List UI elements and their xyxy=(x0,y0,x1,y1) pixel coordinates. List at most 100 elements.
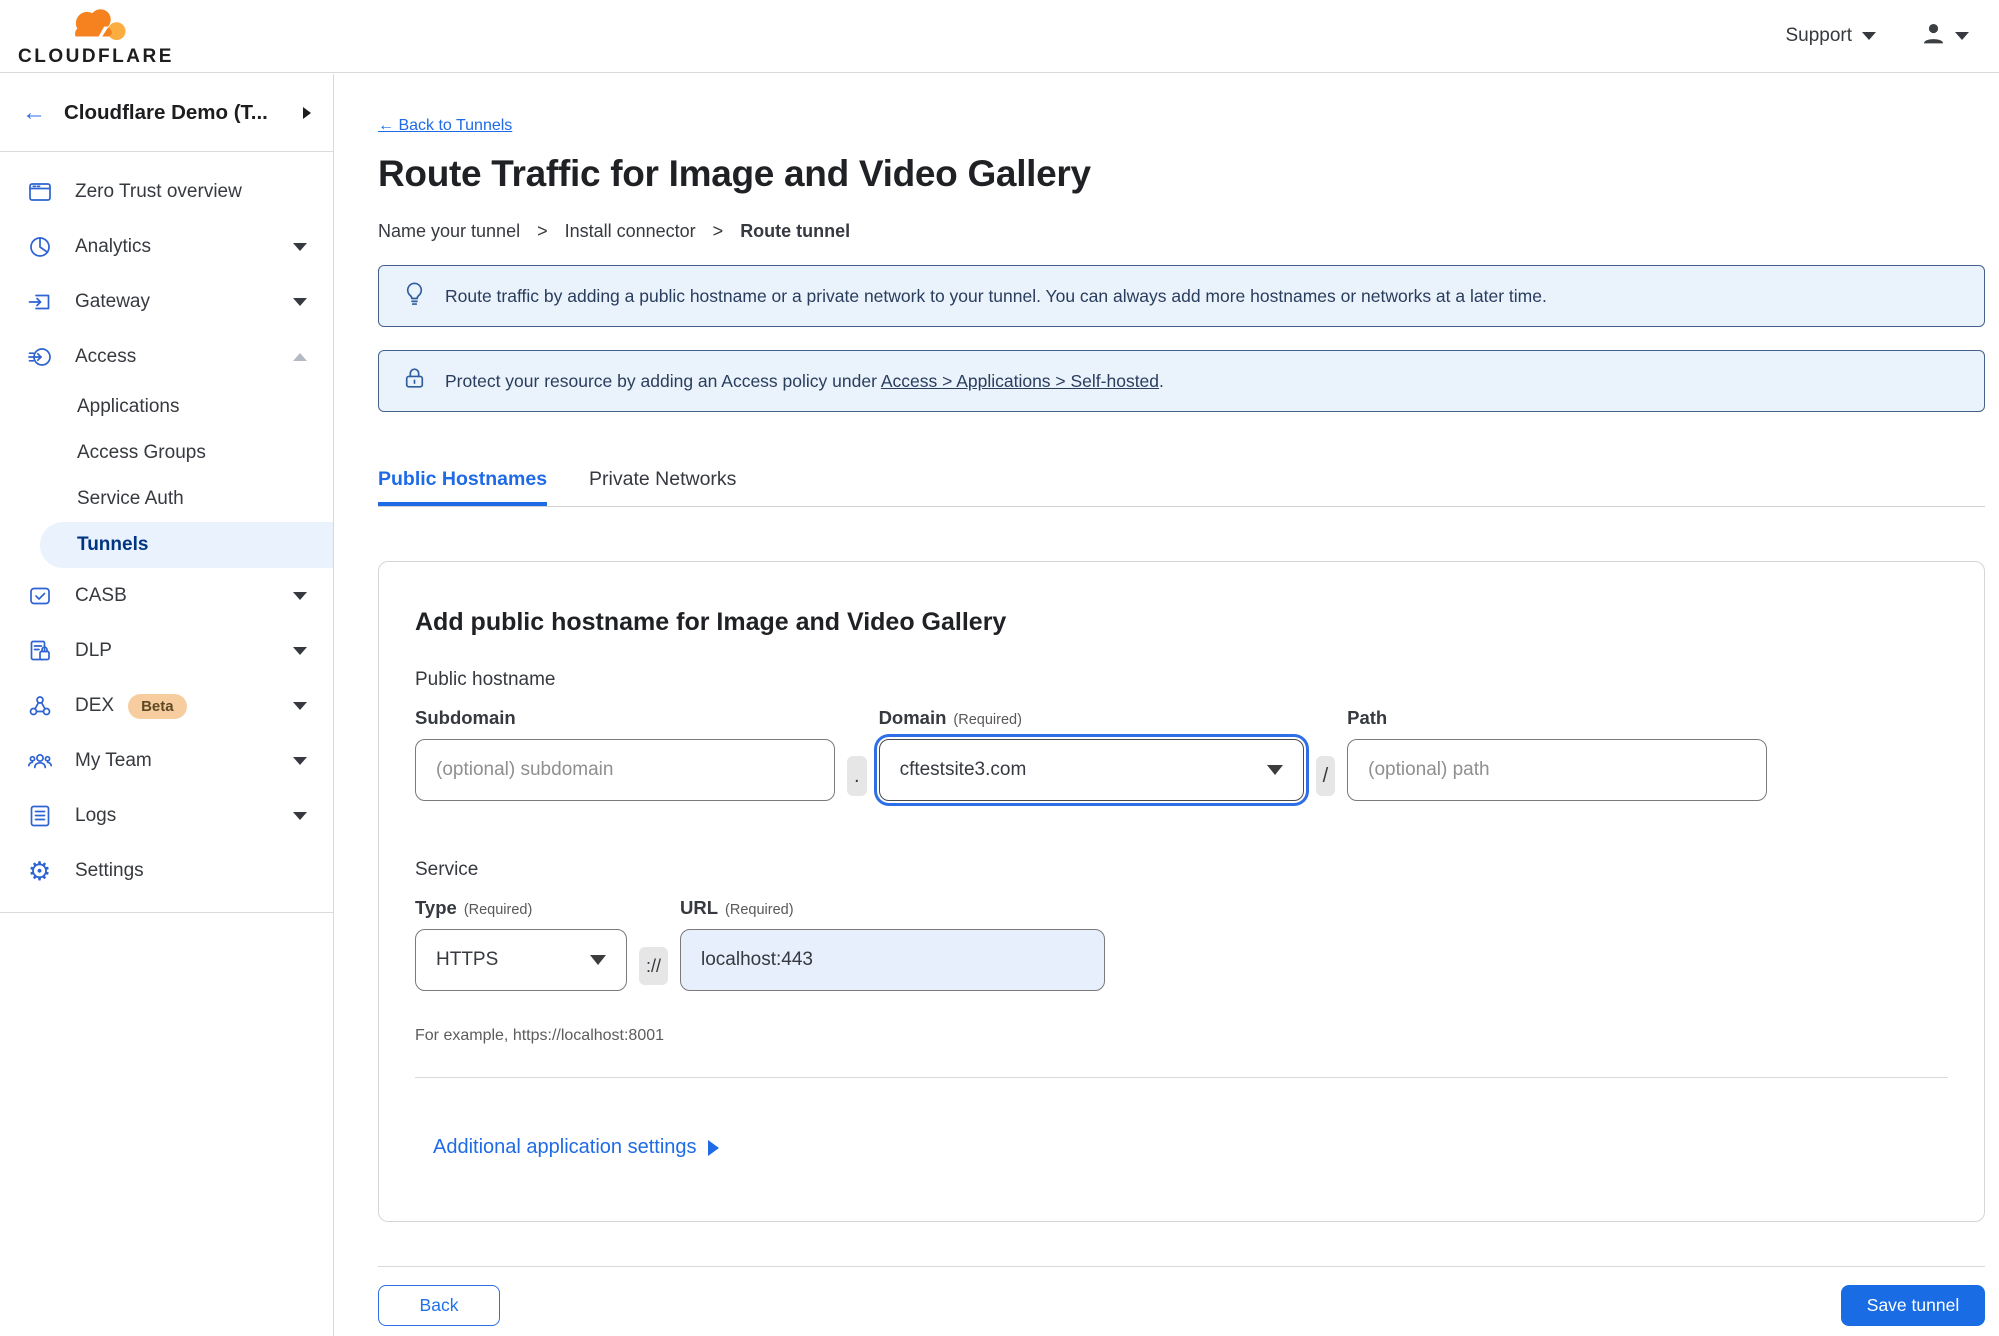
support-label: Support xyxy=(1785,25,1852,46)
chevron-down-icon xyxy=(293,242,307,251)
tab-bar: Public Hostnames Private Networks xyxy=(378,468,1985,507)
dot-separator: . xyxy=(847,756,867,796)
chevron-down-icon xyxy=(293,701,307,710)
sidebar-item-zero-trust-overview[interactable]: Zero Trust overview xyxy=(0,164,333,219)
sidebar-item-tunnels[interactable]: Tunnels xyxy=(40,522,333,568)
account-switcher[interactable]: ← Cloudflare Demo (T... xyxy=(0,74,333,152)
top-bar: CLOUDFLARE Support xyxy=(0,0,1999,73)
additional-application-settings-toggle[interactable]: Additional application settings xyxy=(433,1136,719,1159)
chevron-down-icon xyxy=(293,756,307,765)
chevron-down-icon xyxy=(293,591,307,600)
sidebar-item-my-team[interactable]: My Team xyxy=(0,733,333,788)
dex-nodes-icon xyxy=(26,693,53,719)
back-button[interactable]: Back xyxy=(378,1285,500,1326)
domain-label: Domain xyxy=(878,707,947,728)
access-icon xyxy=(26,344,53,370)
sidebar: ← Cloudflare Demo (T... Zero Trust overv… xyxy=(0,74,334,1336)
dot-separator-wrap: . xyxy=(835,745,879,807)
sidebar-nav: Zero Trust overview Analytics Gateway Ac… xyxy=(0,152,333,913)
access-subnav: Applications Access Groups Service Auth … xyxy=(0,384,333,568)
sidebar-item-logs[interactable]: Logs xyxy=(0,788,333,843)
domain-select-value: cftestsite3.com xyxy=(899,759,1027,780)
scheme-separator: :// xyxy=(639,947,669,985)
service-field-row: Type (Required) HTTPS :// URL (Required) xyxy=(415,897,1948,997)
sidebar-item-access[interactable]: Access xyxy=(0,329,333,384)
footer-divider xyxy=(378,1266,1985,1267)
back-arrow-icon[interactable]: ← xyxy=(22,100,46,125)
scheme-separator-wrap: :// xyxy=(627,935,680,997)
step-route-tunnel: Route tunnel xyxy=(740,221,851,241)
chevron-right-icon xyxy=(707,1139,719,1156)
subdomain-label: Subdomain xyxy=(415,707,516,728)
chevron-down-icon xyxy=(1955,32,1969,40)
type-label: Type xyxy=(415,897,457,918)
wizard-steps: Name your tunnel > Install connector > R… xyxy=(378,221,1985,242)
sidebar-item-gateway[interactable]: Gateway xyxy=(0,274,333,329)
card-divider xyxy=(415,1077,1948,1078)
hostname-field-row: Subdomain . Domain (Required) cftestsite3… xyxy=(415,707,1948,807)
chevron-down-icon xyxy=(293,646,307,655)
team-icon xyxy=(26,748,53,774)
lightbulb-icon xyxy=(401,280,428,312)
footer-actions: Back Save tunnel xyxy=(378,1285,1985,1326)
sidebar-item-service-auth[interactable]: Service Auth xyxy=(0,476,333,522)
save-tunnel-button[interactable]: Save tunnel xyxy=(1841,1285,1985,1326)
sidebar-item-analytics[interactable]: Analytics xyxy=(0,219,333,274)
chevron-down-icon xyxy=(293,811,307,820)
sidebar-item-dex[interactable]: DEX Beta xyxy=(0,678,333,733)
domain-required-note: (Required) xyxy=(953,712,1022,728)
domain-select[interactable]: cftestsite3.com xyxy=(878,739,1304,801)
slash-separator-wrap: / xyxy=(1304,745,1348,807)
lock-icon xyxy=(401,365,428,397)
cloudflare-logo[interactable]: CLOUDFLARE xyxy=(18,7,174,66)
logs-icon xyxy=(26,803,53,829)
casb-check-icon xyxy=(26,583,53,609)
step-name-your-tunnel[interactable]: Name your tunnel xyxy=(378,221,520,242)
gateway-icon xyxy=(26,289,53,315)
user-icon xyxy=(1920,20,1947,52)
subdomain-input[interactable] xyxy=(415,739,835,801)
sidebar-item-settings[interactable]: ⚙ Settings xyxy=(0,843,333,898)
banner-text: Route traffic by adding a public hostnam… xyxy=(445,285,1547,306)
sidebar-item-dlp[interactable]: DLP xyxy=(0,623,333,678)
page-title: Route Traffic for Image and Video Galler… xyxy=(378,153,1091,194)
sidebar-item-access-groups[interactable]: Access Groups xyxy=(0,430,333,476)
slash-separator: / xyxy=(1315,756,1336,796)
support-menu[interactable]: Support xyxy=(1785,25,1876,47)
url-required-note: (Required) xyxy=(725,902,794,918)
chevron-down-icon xyxy=(293,297,307,306)
url-label: URL xyxy=(680,897,719,918)
service-type-select[interactable]: HTTPS xyxy=(415,929,627,991)
public-hostname-card: Add public hostname for Image and Video … xyxy=(378,561,1985,1222)
document-lock-icon xyxy=(26,638,53,664)
sidebar-divider xyxy=(0,912,333,913)
info-banner-access-policy: Protect your resource by adding an Acces… xyxy=(378,350,1985,412)
account-name: Cloudflare Demo (T... xyxy=(64,100,268,124)
step-separator: > xyxy=(537,221,548,241)
path-label: Path xyxy=(1347,707,1388,728)
service-section-label: Service xyxy=(415,859,479,880)
user-menu[interactable] xyxy=(1920,20,1969,52)
access-applications-self-hosted-link[interactable]: Access > Applications > Self-hosted xyxy=(881,371,1159,391)
beta-badge: Beta xyxy=(128,693,187,719)
url-example-hint: For example, https://localhost:8001 xyxy=(415,1027,665,1044)
chevron-down-icon xyxy=(1862,32,1876,40)
gear-icon: ⚙ xyxy=(27,855,52,886)
path-input[interactable] xyxy=(1347,739,1768,801)
service-url-input[interactable] xyxy=(680,929,1106,991)
tab-private-networks[interactable]: Private Networks xyxy=(589,468,736,506)
tab-public-hostnames[interactable]: Public Hostnames xyxy=(378,468,547,506)
cloudflare-cloud-icon xyxy=(60,7,132,46)
chevron-down-icon xyxy=(1266,765,1283,775)
pie-chart-icon xyxy=(26,234,53,260)
public-hostname-section-label: Public hostname xyxy=(415,669,556,690)
card-title: Add public hostname for Image and Video … xyxy=(415,608,1007,636)
chevron-down-icon xyxy=(590,955,606,965)
window-icon xyxy=(26,179,53,205)
back-to-tunnels-link[interactable]: ← Back to Tunnels xyxy=(378,117,512,135)
sidebar-item-applications[interactable]: Applications xyxy=(0,384,333,430)
step-separator: > xyxy=(712,221,724,241)
step-install-connector[interactable]: Install connector xyxy=(565,221,696,242)
type-required-note: (Required) xyxy=(463,902,533,918)
sidebar-item-casb[interactable]: CASB xyxy=(0,568,333,623)
